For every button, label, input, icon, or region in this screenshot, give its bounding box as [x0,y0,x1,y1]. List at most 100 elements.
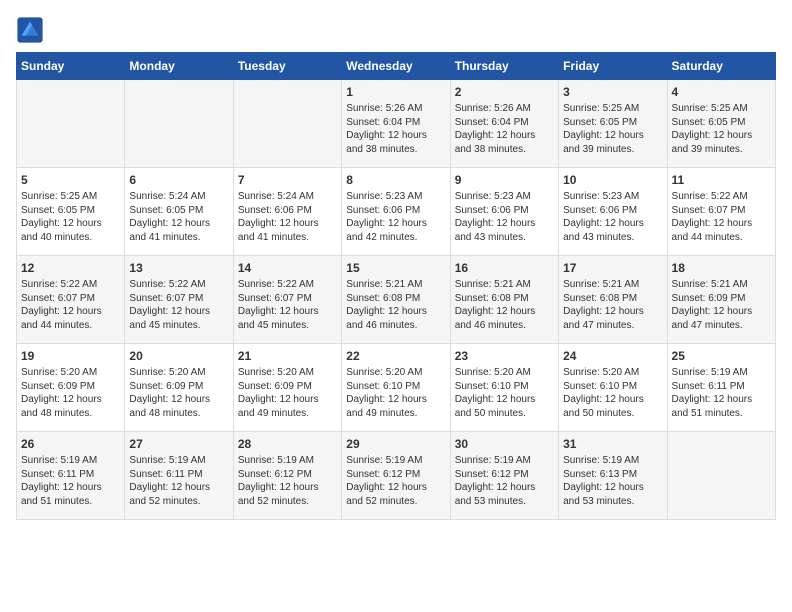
col-header-friday: Friday [559,53,667,80]
calendar-cell: 8 Sunrise: 5:23 AM Sunset: 6:06 PM Daylig… [342,168,450,256]
day-number: 2 [455,84,554,100]
calendar-cell: 15 Sunrise: 5:21 AM Sunset: 6:08 PM Dayli… [342,256,450,344]
calendar-cell: 30 Sunrise: 5:19 AM Sunset: 6:12 PM Dayli… [450,432,558,520]
day-number: 23 [455,348,554,364]
calendar-cell: 18 Sunrise: 5:21 AM Sunset: 6:09 PM Dayli… [667,256,775,344]
day-number: 6 [129,172,228,188]
calendar-cell: 9 Sunrise: 5:23 AM Sunset: 6:06 PM Daylig… [450,168,558,256]
day-info: Sunrise: 5:19 AM Sunset: 6:12 PM Dayligh… [346,454,445,508]
calendar-cell: 28 Sunrise: 5:19 AM Sunset: 6:12 PM Dayli… [233,432,341,520]
week-row-1: 1 Sunrise: 5:26 AM Sunset: 6:04 PM Daylig… [17,80,776,168]
calendar-cell: 29 Sunrise: 5:19 AM Sunset: 6:12 PM Dayli… [342,432,450,520]
day-info: Sunrise: 5:20 AM Sunset: 6:09 PM Dayligh… [129,366,228,420]
day-number: 27 [129,436,228,452]
col-header-monday: Monday [125,53,233,80]
calendar-cell: 26 Sunrise: 5:19 AM Sunset: 6:11 PM Dayli… [17,432,125,520]
day-number: 4 [672,84,771,100]
day-info: Sunrise: 5:25 AM Sunset: 6:05 PM Dayligh… [21,190,120,244]
day-number: 1 [346,84,445,100]
day-number: 17 [563,260,662,276]
day-number: 31 [563,436,662,452]
day-info: Sunrise: 5:25 AM Sunset: 6:05 PM Dayligh… [672,102,771,156]
day-info: Sunrise: 5:22 AM Sunset: 6:07 PM Dayligh… [21,278,120,332]
calendar-cell: 23 Sunrise: 5:20 AM Sunset: 6:10 PM Dayli… [450,344,558,432]
calendar-cell [233,80,341,168]
day-info: Sunrise: 5:21 AM Sunset: 6:08 PM Dayligh… [346,278,445,332]
day-number: 8 [346,172,445,188]
week-row-5: 26 Sunrise: 5:19 AM Sunset: 6:11 PM Dayli… [17,432,776,520]
day-number: 3 [563,84,662,100]
day-info: Sunrise: 5:22 AM Sunset: 6:07 PM Dayligh… [238,278,337,332]
calendar-header: SundayMondayTuesdayWednesdayThursdayFrid… [17,53,776,80]
calendar-cell: 19 Sunrise: 5:20 AM Sunset: 6:09 PM Dayli… [17,344,125,432]
day-info: Sunrise: 5:21 AM Sunset: 6:08 PM Dayligh… [455,278,554,332]
calendar-cell [125,80,233,168]
calendar-cell: 31 Sunrise: 5:19 AM Sunset: 6:13 PM Dayli… [559,432,667,520]
logo [16,16,48,44]
col-header-tuesday: Tuesday [233,53,341,80]
day-number: 26 [21,436,120,452]
day-info: Sunrise: 5:20 AM Sunset: 6:10 PM Dayligh… [346,366,445,420]
calendar-cell [17,80,125,168]
calendar-cell: 1 Sunrise: 5:26 AM Sunset: 6:04 PM Daylig… [342,80,450,168]
day-number: 19 [21,348,120,364]
day-number: 21 [238,348,337,364]
col-header-sunday: Sunday [17,53,125,80]
day-number: 16 [455,260,554,276]
day-info: Sunrise: 5:21 AM Sunset: 6:09 PM Dayligh… [672,278,771,332]
col-header-thursday: Thursday [450,53,558,80]
calendar-cell: 24Sunrise: 5:20 AM Sunset: 6:10 PM Dayli… [559,344,667,432]
day-number: 11 [672,172,771,188]
day-info: Sunrise: 5:24 AM Sunset: 6:05 PM Dayligh… [129,190,228,244]
day-info: Sunrise: 5:23 AM Sunset: 6:06 PM Dayligh… [455,190,554,244]
page-header [16,16,776,44]
day-number: 13 [129,260,228,276]
day-info: Sunrise: 5:23 AM Sunset: 6:06 PM Dayligh… [346,190,445,244]
day-number: 9 [455,172,554,188]
day-number: 28 [238,436,337,452]
calendar-cell: 25 Sunrise: 5:19 AM Sunset: 6:11 PM Dayli… [667,344,775,432]
calendar-cell: 2Sunrise: 5:26 AM Sunset: 6:04 PM Daylig… [450,80,558,168]
calendar-cell: 16 Sunrise: 5:21 AM Sunset: 6:08 PM Dayli… [450,256,558,344]
day-number: 22 [346,348,445,364]
calendar-cell: 6 Sunrise: 5:24 AM Sunset: 6:05 PM Daylig… [125,168,233,256]
logo-icon [16,16,44,44]
day-info: Sunrise: 5:20 AM Sunset: 6:09 PM Dayligh… [238,366,337,420]
day-info: Sunrise: 5:22 AM Sunset: 6:07 PM Dayligh… [129,278,228,332]
calendar-cell: 22 Sunrise: 5:20 AM Sunset: 6:10 PM Dayli… [342,344,450,432]
calendar-cell: 11 Sunrise: 5:22 AM Sunset: 6:07 PM Dayli… [667,168,775,256]
day-number: 29 [346,436,445,452]
day-info: Sunrise: 5:19 AM Sunset: 6:11 PM Dayligh… [129,454,228,508]
calendar-cell: 10Sunrise: 5:23 AM Sunset: 6:06 PM Dayli… [559,168,667,256]
day-number: 7 [238,172,337,188]
day-info: Sunrise: 5:19 AM Sunset: 6:11 PM Dayligh… [672,366,771,420]
day-info: Sunrise: 5:19 AM Sunset: 6:12 PM Dayligh… [238,454,337,508]
day-info: Sunrise: 5:22 AM Sunset: 6:07 PM Dayligh… [672,190,771,244]
calendar-cell: 13 Sunrise: 5:22 AM Sunset: 6:07 PM Dayli… [125,256,233,344]
calendar-cell [667,432,775,520]
day-info: Sunrise: 5:19 AM Sunset: 6:11 PM Dayligh… [21,454,120,508]
col-header-wednesday: Wednesday [342,53,450,80]
calendar-cell: 5Sunrise: 5:25 AM Sunset: 6:05 PM Daylig… [17,168,125,256]
col-header-saturday: Saturday [667,53,775,80]
week-row-4: 19 Sunrise: 5:20 AM Sunset: 6:09 PM Dayli… [17,344,776,432]
day-number: 25 [672,348,771,364]
day-info: Sunrise: 5:19 AM Sunset: 6:12 PM Dayligh… [455,454,554,508]
day-number: 10 [563,172,662,188]
calendar-cell: 27 Sunrise: 5:19 AM Sunset: 6:11 PM Dayli… [125,432,233,520]
day-info: Sunrise: 5:19 AM Sunset: 6:13 PM Dayligh… [563,454,662,508]
week-row-2: 5Sunrise: 5:25 AM Sunset: 6:05 PM Daylig… [17,168,776,256]
day-number: 18 [672,260,771,276]
calendar-cell: 4 Sunrise: 5:25 AM Sunset: 6:05 PM Daylig… [667,80,775,168]
day-number: 14 [238,260,337,276]
day-info: Sunrise: 5:20 AM Sunset: 6:09 PM Dayligh… [21,366,120,420]
day-info: Sunrise: 5:21 AM Sunset: 6:08 PM Dayligh… [563,278,662,332]
calendar-cell: 21 Sunrise: 5:20 AM Sunset: 6:09 PM Dayli… [233,344,341,432]
day-number: 30 [455,436,554,452]
day-info: Sunrise: 5:20 AM Sunset: 6:10 PM Dayligh… [455,366,554,420]
day-info: Sunrise: 5:26 AM Sunset: 6:04 PM Dayligh… [346,102,445,156]
calendar-cell: 17 Sunrise: 5:21 AM Sunset: 6:08 PM Dayli… [559,256,667,344]
day-number: 12 [21,260,120,276]
day-number: 15 [346,260,445,276]
day-info: Sunrise: 5:20 AM Sunset: 6:10 PM Dayligh… [563,366,662,420]
